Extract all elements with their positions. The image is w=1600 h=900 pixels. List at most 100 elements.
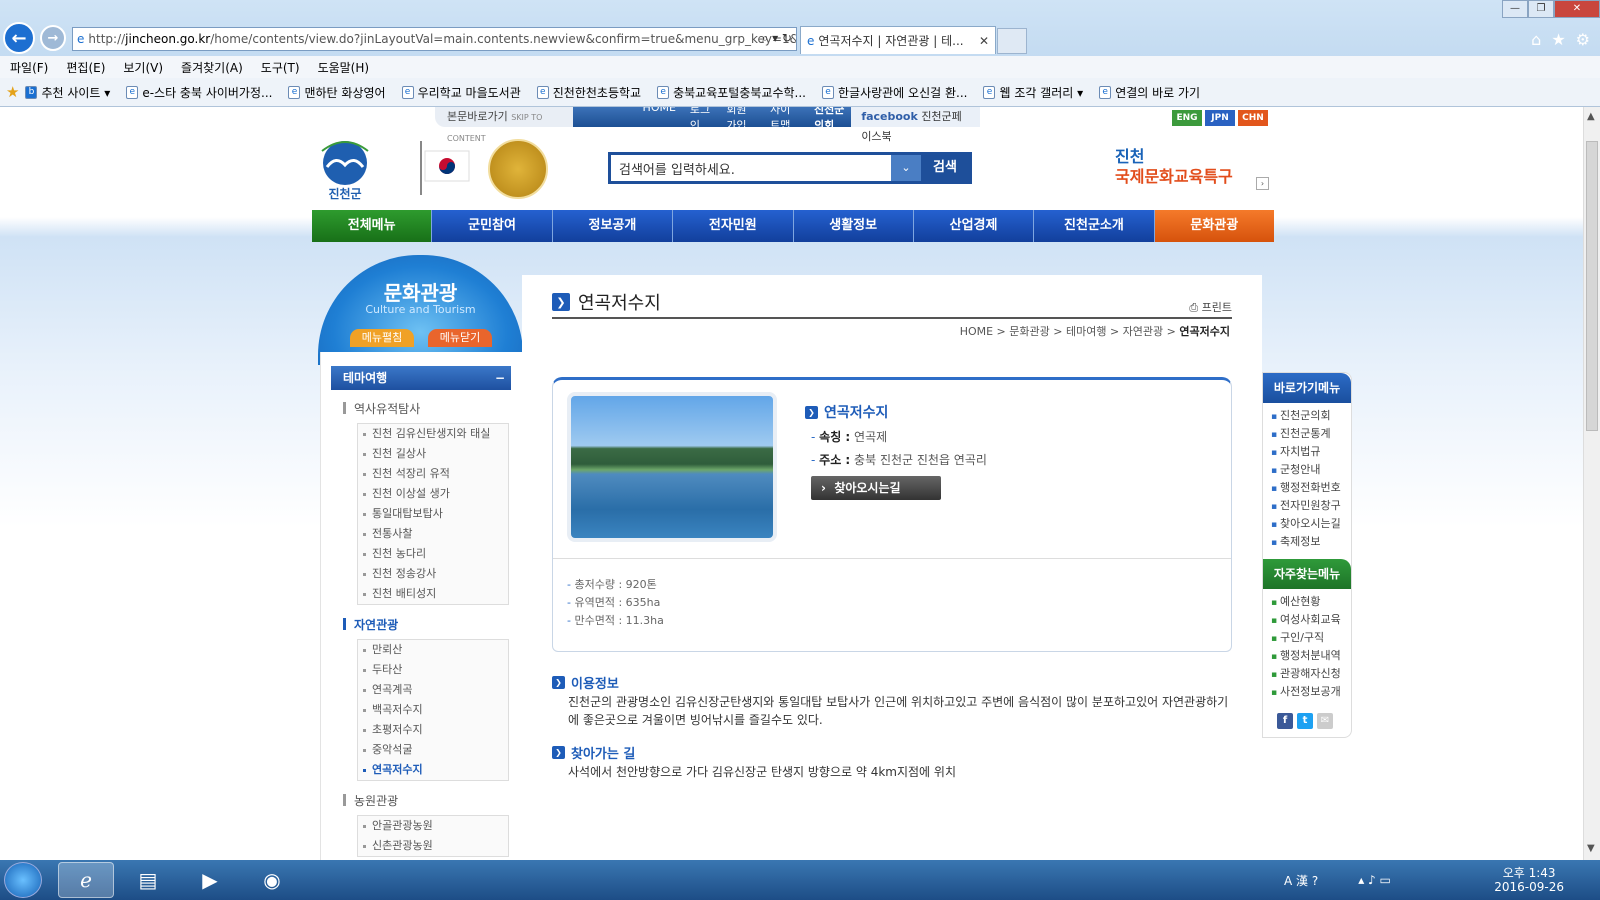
quick-link[interactable]: 진천군통계 [1271, 425, 1351, 443]
fav-item[interactable]: e e-스타 충북 사이버가정... [126, 84, 272, 101]
search-input[interactable]: 검색어를 입력하세요. [611, 155, 891, 181]
list-item[interactable]: 초평저수지 [358, 720, 508, 740]
tab-close-icon[interactable]: ✕ [979, 34, 989, 48]
list-item[interactable]: 중악석굴 [358, 740, 508, 760]
tray-icons[interactable]: ▴ ♪ ▭ [1358, 873, 1391, 887]
taskbar-chrome-icon[interactable]: ◉ [244, 862, 300, 898]
fav-item[interactable]: e 진천한천초등학교 [536, 84, 641, 101]
quick-link[interactable]: 행정처분내역 [1271, 647, 1351, 665]
menu-favorites[interactable]: 즐겨찾기(A) [181, 59, 243, 76]
util-council-link[interactable]: 진천군의회 [814, 107, 851, 133]
fav-item[interactable]: b 추천 사이트 ▾ [25, 84, 110, 101]
list-item[interactable]: 통일대탑보탑사 [358, 504, 508, 524]
menu-open-button[interactable]: 메뉴펼침 [350, 329, 414, 347]
print-button[interactable]: ⎙ 프린트 [1189, 299, 1232, 315]
fav-item[interactable]: e 연결의 바로 가기 [1099, 84, 1200, 101]
gnb-civil-service[interactable]: 전자민원 [673, 210, 794, 242]
crumb-nature[interactable]: 자연관광 [1123, 325, 1163, 338]
quick-link[interactable]: 행정전화번호 [1271, 479, 1351, 497]
browser-tab[interactable]: e 연곡저수지 | 자연관광 | 테... ✕ [800, 26, 996, 54]
quick-link[interactable]: 예산현황 [1271, 593, 1351, 611]
util-sitemap-link[interactable]: 사이트맵 [770, 107, 800, 133]
search-button[interactable]: 검색 [921, 155, 969, 181]
quick-link[interactable]: 구인/구직 [1271, 629, 1351, 647]
list-item[interactable]: 백곡저수지 [358, 700, 508, 720]
list-item[interactable]: 전통사찰 [358, 524, 508, 544]
list-item[interactable]: 진천 배티성지 [358, 584, 508, 604]
minimize-button[interactable]: — [1502, 0, 1528, 18]
directions-button[interactable]: › 찾아오시는길 [811, 476, 941, 500]
jincheon-logo[interactable]: 진천군 [310, 137, 380, 201]
list-item[interactable]: 진천 길상사 [358, 444, 508, 464]
lang-jpn-button[interactable]: JPN [1205, 110, 1235, 126]
fav-item[interactable]: e 맨하탄 화상영어 [288, 84, 386, 101]
search-refresh-icons[interactable]: ⌕ ▾ ↻ [762, 31, 792, 46]
new-tab-button[interactable] [997, 28, 1027, 54]
list-item[interactable]: 진천 정송강사 [358, 564, 508, 584]
collapse-minus-icon[interactable]: − [495, 366, 505, 390]
scroll-down-icon[interactable]: ▼ [1587, 843, 1595, 854]
tray-ime-icon[interactable]: A 漢 ? [1284, 872, 1318, 889]
list-item[interactable]: 연곡계곡 [358, 680, 508, 700]
list-item[interactable]: 진천 김유신탄생지와 태실 [358, 424, 508, 444]
gnb-all-menu[interactable]: 전체메뉴 [312, 210, 433, 242]
crumb-culture[interactable]: 문화관광 [1009, 325, 1049, 338]
vertical-scrollbar[interactable]: ▲ ▼ [1583, 107, 1600, 860]
lnb-category-theme-travel[interactable]: 테마여행 − [331, 366, 511, 390]
fav-item[interactable]: e 우리학교 마을도서관 [401, 84, 521, 101]
menu-close-button[interactable]: 메뉴닫기 [428, 329, 492, 347]
menu-file[interactable]: 파일(F) [10, 59, 48, 76]
facebook-link[interactable]: facebook 진천군페이스북 [851, 107, 980, 143]
list-item[interactable]: 진천 석장리 유적 [358, 464, 508, 484]
menu-edit[interactable]: 편집(E) [66, 59, 105, 76]
close-window-button[interactable]: ✕ [1554, 0, 1600, 18]
skip-to-content-link[interactable]: 본문바로가기 SKIP TO CONTENT [435, 107, 573, 143]
facebook-icon[interactable]: f [1277, 713, 1293, 729]
favorites-star-icon[interactable]: ★ [6, 83, 19, 101]
quick-link[interactable]: 관광해자신청 [1271, 665, 1351, 683]
lang-eng-button[interactable]: ENG [1172, 110, 1202, 126]
quick-link[interactable]: 사전정보공개 [1271, 683, 1351, 701]
back-button[interactable]: ← [3, 22, 35, 54]
quick-link[interactable]: 찾아오시는길 [1271, 515, 1351, 533]
list-item[interactable]: 만뢰산 [358, 640, 508, 660]
maximize-button[interactable]: ❐ [1528, 0, 1554, 18]
menu-view[interactable]: 보기(V) [123, 59, 163, 76]
mail-icon[interactable]: ✉ [1317, 713, 1333, 729]
start-button[interactable] [4, 862, 42, 898]
gnb-disclosure[interactable]: 정보공개 [552, 210, 674, 242]
util-login-link[interactable]: 로그인 [690, 107, 712, 133]
lnb-group-farm[interactable]: 농원관광 [343, 792, 398, 809]
list-item[interactable]: 두타산 [358, 660, 508, 680]
banner-next-arrow-icon[interactable]: › [1256, 177, 1269, 190]
crumb-theme[interactable]: 테마여행 [1066, 325, 1106, 338]
address-bar[interactable]: e http://jincheon.go.kr/home/contents/vi… [72, 27, 797, 51]
quick-link[interactable]: 군청안내 [1271, 461, 1351, 479]
quick-link[interactable]: 전자민원창구 [1271, 497, 1351, 515]
list-item[interactable]: 안골관광농원 [358, 816, 508, 836]
fav-item[interactable]: e 한글사랑관에 오신걸 환... [821, 84, 967, 101]
quick-link[interactable]: 여성사회교육 [1271, 611, 1351, 629]
util-home-link[interactable]: HOME [643, 107, 676, 133]
scroll-thumb[interactable] [1586, 141, 1598, 431]
lnb-group-history[interactable]: 역사유적탐사 [343, 400, 420, 417]
menu-help[interactable]: 도움말(H) [318, 59, 370, 76]
taskbar-clock[interactable]: 오후 1:43 2016-09-26 [1494, 866, 1564, 894]
util-join-link[interactable]: 회원가입 [726, 107, 756, 133]
fav-item[interactable]: e웹 조각 갤러리 ▾ [983, 84, 1083, 101]
gnb-industry[interactable]: 산업경제 [913, 210, 1035, 242]
taskbar-ie-icon[interactable]: ℯ [58, 862, 114, 898]
taskbar-explorer-icon[interactable]: ▤ [120, 862, 176, 898]
list-item-active[interactable]: 연곡저수지 [358, 760, 508, 780]
forward-button[interactable]: → [40, 25, 66, 51]
quick-link[interactable]: 자치법규 [1271, 443, 1351, 461]
lnb-group-nature[interactable]: 자연관광 [343, 616, 398, 633]
search-dropdown-chevron-icon[interactable]: ⌄ [891, 155, 921, 181]
special-zone-banner[interactable]: 진천 국제문화교육특구 [1115, 147, 1237, 202]
home-icon[interactable]: ⌂ [1531, 30, 1541, 49]
gnb-culture-tourism[interactable]: 문화관광 [1154, 210, 1274, 242]
fav-item[interactable]: e 충북교육포털충북교수학... [657, 84, 806, 101]
menu-tools[interactable]: 도구(T) [261, 59, 300, 76]
gear-icon[interactable]: ⚙ [1576, 30, 1590, 49]
lang-chn-button[interactable]: CHN [1238, 110, 1268, 126]
